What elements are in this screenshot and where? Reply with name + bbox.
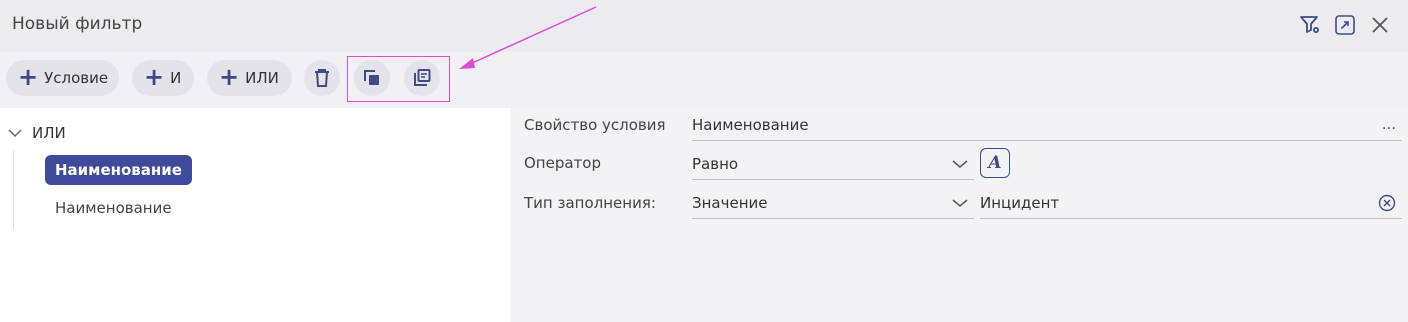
filter-settings-icon[interactable] bbox=[1298, 13, 1322, 37]
plus-icon: + bbox=[219, 63, 240, 91]
add-condition-label: Условие bbox=[44, 69, 109, 87]
expand-icon[interactable] bbox=[1333, 13, 1357, 37]
more-button[interactable]: ... bbox=[1382, 115, 1396, 133]
operator-select[interactable]: Равно bbox=[692, 148, 974, 180]
chevron-down-icon bbox=[952, 199, 968, 207]
tree-guide-line bbox=[13, 150, 14, 228]
close-icon[interactable] bbox=[1368, 13, 1392, 37]
add-condition-button[interactable]: + Условие bbox=[6, 60, 119, 96]
highlight-annotation-box bbox=[347, 56, 450, 102]
fill-type-select[interactable]: Значение bbox=[692, 187, 974, 219]
tree-node-selected[interactable]: Наименование bbox=[45, 155, 192, 185]
chevron-down-icon bbox=[952, 160, 968, 168]
plus-icon: + bbox=[18, 63, 39, 91]
tree-root-label: ИЛИ bbox=[32, 124, 66, 142]
window-title: Новый фильтр bbox=[12, 14, 143, 34]
fill-type-value: Значение bbox=[692, 193, 768, 212]
add-or-button[interactable]: + ИЛИ bbox=[207, 60, 292, 96]
chevron-down-icon[interactable] bbox=[8, 128, 22, 138]
toolbar: + Условие + И + ИЛИ bbox=[0, 52, 1408, 108]
fill-type-label: Тип заполнения: bbox=[524, 194, 656, 212]
add-or-label: ИЛИ bbox=[245, 69, 279, 87]
property-field[interactable]: Наименование ... bbox=[692, 109, 1402, 141]
tree-node[interactable]: Наименование bbox=[55, 199, 172, 217]
add-and-label: И bbox=[170, 69, 182, 87]
operator-value: Равно bbox=[692, 154, 739, 173]
clear-icon[interactable] bbox=[1378, 194, 1396, 212]
property-value: Наименование bbox=[692, 115, 809, 134]
title-bar: Новый фильтр bbox=[0, 0, 1408, 52]
operator-label: Оператор bbox=[524, 154, 601, 172]
add-and-button[interactable]: + И bbox=[132, 60, 194, 96]
condition-form: Свойство условия Наименование ... Операт… bbox=[510, 108, 1408, 322]
value-input[interactable]: Инцидент bbox=[980, 187, 1402, 219]
property-label: Свойство условия bbox=[524, 116, 666, 134]
tree-root-or[interactable]: ИЛИ bbox=[8, 124, 66, 142]
condition-tree: ИЛИ Наименование Наименование bbox=[0, 108, 510, 322]
plus-icon: + bbox=[144, 63, 165, 91]
delete-button[interactable] bbox=[304, 60, 340, 96]
case-sensitive-toggle[interactable]: A bbox=[980, 148, 1010, 178]
trash-icon bbox=[315, 69, 329, 87]
value-text: Инцидент bbox=[980, 193, 1060, 212]
